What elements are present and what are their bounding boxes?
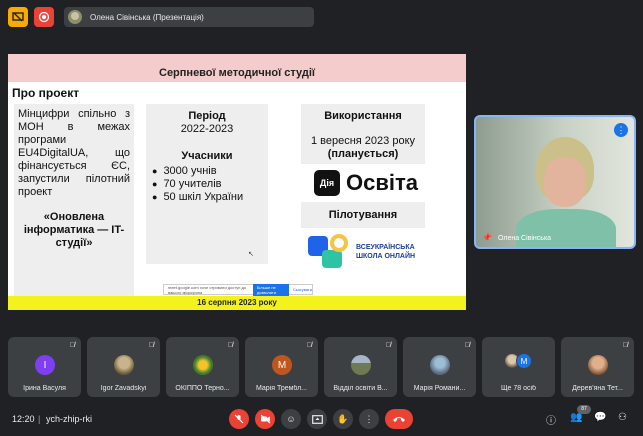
online-school-logo: ВСЕУКРАЇНСЬКА ШКОЛА ОНЛАЙН	[308, 234, 415, 270]
participant-tile[interactable]: 🎙̸ M Марія Трембл...	[245, 337, 318, 397]
period-value: 2022-2023	[180, 123, 234, 135]
bottom-control-bar: 12:20 | ych-zhip-rki ☺ ✋ ⋮ ⓘ 👥 87 💬 ⚇	[0, 404, 643, 436]
shared-slide: Серпневої методичної студії Про проект М…	[8, 54, 466, 310]
slide-header: Серпневої методичної студії	[8, 54, 466, 82]
info-icon[interactable]: ⓘ	[546, 412, 556, 427]
slide-subtitle: Про проект	[12, 86, 80, 100]
participant-tile[interactable]: 🎙̸ Igor Zavadskyi	[87, 337, 160, 397]
participants-heading: Учасники	[181, 150, 233, 162]
mic-off-icon: 🎙̸	[148, 342, 154, 349]
participant-tile[interactable]: 🎙̸ Марія Романи...	[403, 337, 476, 397]
avatar	[430, 355, 450, 375]
period-box: Період 2022-2023 Учасники 3000 учнів 70 …	[146, 104, 268, 264]
participants-list-item: 70 учителів	[152, 178, 262, 191]
record-icon[interactable]	[34, 7, 54, 27]
participant-tile[interactable]: 🎙̸ Відділ освіти В...	[324, 337, 397, 397]
participants-list: 3000 учнів 70 учителів 50 шкіл України	[152, 165, 262, 204]
slide-footer: 16 серпня 2023 року	[8, 296, 466, 310]
project-name: «Оновлена інформатика — IT-студії»	[23, 211, 125, 249]
presenter-camera-tile[interactable]: ⋮ 📌 Олена Сівінська	[474, 115, 636, 249]
avatar	[114, 355, 134, 375]
mic-consent-banner: meet.google.com хоче отримати доступ до …	[163, 283, 313, 296]
school-logo-icon	[308, 234, 350, 270]
slide-header-text: Серпневої методичної студії	[159, 67, 315, 79]
diya-osvita-logo: Дія Освіта	[314, 170, 418, 196]
usage-heading: Використання	[324, 110, 402, 122]
avatar: M	[272, 355, 292, 375]
present-screen-icon[interactable]	[307, 409, 327, 429]
school-logo-line: ШКОЛА ОНЛАЙН	[356, 253, 416, 260]
consent-block-button[interactable]: Більше не дозволяти	[252, 283, 289, 296]
camera-name: Олена Сівінська	[498, 235, 552, 242]
participants-list-item: 3000 учнів	[152, 165, 262, 178]
avatar: I	[35, 355, 55, 375]
pin-icon[interactable]: 📌	[482, 233, 492, 242]
mic-off-icon: 🎙̸	[306, 342, 312, 349]
participant-name: Ірина Васуля	[23, 385, 66, 392]
usage-box: Використання 1 вересня 2023 року (планує…	[301, 104, 425, 164]
more-options-icon[interactable]: ⋮	[614, 123, 628, 137]
group-avatars: M	[504, 353, 532, 369]
participant-tile[interactable]: 🎙̸ Дерев'яна Тет...	[561, 337, 634, 397]
diya-text: Освіта	[346, 170, 418, 195]
project-description: Мінцифри спільно з МОН в межах програми …	[18, 108, 130, 198]
emoji-icon[interactable]: ☺	[281, 409, 301, 429]
participant-name: Відділ освіти В...	[333, 385, 388, 392]
mic-off-icon: 🎙̸	[227, 342, 233, 349]
avatar	[193, 355, 213, 375]
project-description-box: Мінцифри спільно з МОН в межах програми …	[14, 104, 134, 310]
chat-icon[interactable]: 💬	[594, 412, 606, 423]
participant-tile[interactable]: 🎙̸ I Ірина Васуля	[8, 337, 81, 397]
separator: |	[38, 414, 41, 424]
participant-name: Марія Романи...	[413, 385, 466, 392]
top-bar: Олена Сівінська (Презентація)	[0, 0, 643, 34]
avatar	[351, 355, 371, 375]
consent-text: meet.google.com хоче отримати доступ до …	[168, 284, 247, 295]
meeting-code: ych-zhip-rki	[46, 414, 93, 424]
mouse-cursor-icon: ↖	[248, 251, 254, 258]
participant-name: Ще 78 осіб	[500, 385, 537, 392]
leave-call-button[interactable]	[385, 409, 413, 429]
mic-off-icon: 🎙̸	[69, 342, 75, 349]
avatar	[588, 355, 608, 375]
consent-cancel-button[interactable]: Скасувати	[293, 287, 312, 292]
avatar: M	[516, 353, 532, 369]
usage-date: 1 вересня 2023 року	[310, 135, 416, 147]
more-options-icon[interactable]: ⋮	[359, 409, 379, 429]
usage-planned: (планується)	[327, 148, 399, 160]
participants-list-item: 50 шкіл України	[152, 191, 262, 204]
mic-off-icon: 🎙̸	[385, 342, 391, 349]
mic-off-icon: 🎙̸	[622, 342, 628, 349]
mic-off-icon: 🎙̸	[464, 342, 470, 349]
people-count-badge: 87	[577, 405, 591, 414]
present-icon[interactable]	[8, 7, 28, 27]
mic-toggle-button[interactable]	[229, 409, 249, 429]
pilot-heading: Пілотування	[301, 202, 425, 228]
participant-tile[interactable]: 🎙̸ ОКІППО Терно...	[166, 337, 239, 397]
participant-name: Марія Трембл...	[255, 385, 307, 392]
more-participants-tile[interactable]: M Ще 78 осіб	[482, 337, 555, 397]
school-logo-line: ВСЕУКРАЇНСЬКА	[356, 244, 415, 251]
diya-badge: Дія	[314, 170, 340, 196]
period-heading: Період	[188, 110, 226, 122]
activities-icon[interactable]: ⚇	[618, 412, 627, 423]
participant-name: ОКІППО Терно...	[175, 385, 230, 392]
clock: 12:20	[12, 414, 35, 424]
raise-hand-icon[interactable]: ✋	[333, 409, 353, 429]
presenter-avatar	[68, 10, 82, 24]
camera-toggle-button[interactable]	[255, 409, 275, 429]
participant-name: Igor Zavadskyi	[100, 385, 147, 392]
presentation-chip[interactable]: Олена Сівінська (Презентація)	[64, 7, 314, 27]
presenter-label: Олена Сівінська (Презентація)	[90, 12, 204, 22]
participant-name: Дерев'яна Тет...	[572, 385, 623, 392]
